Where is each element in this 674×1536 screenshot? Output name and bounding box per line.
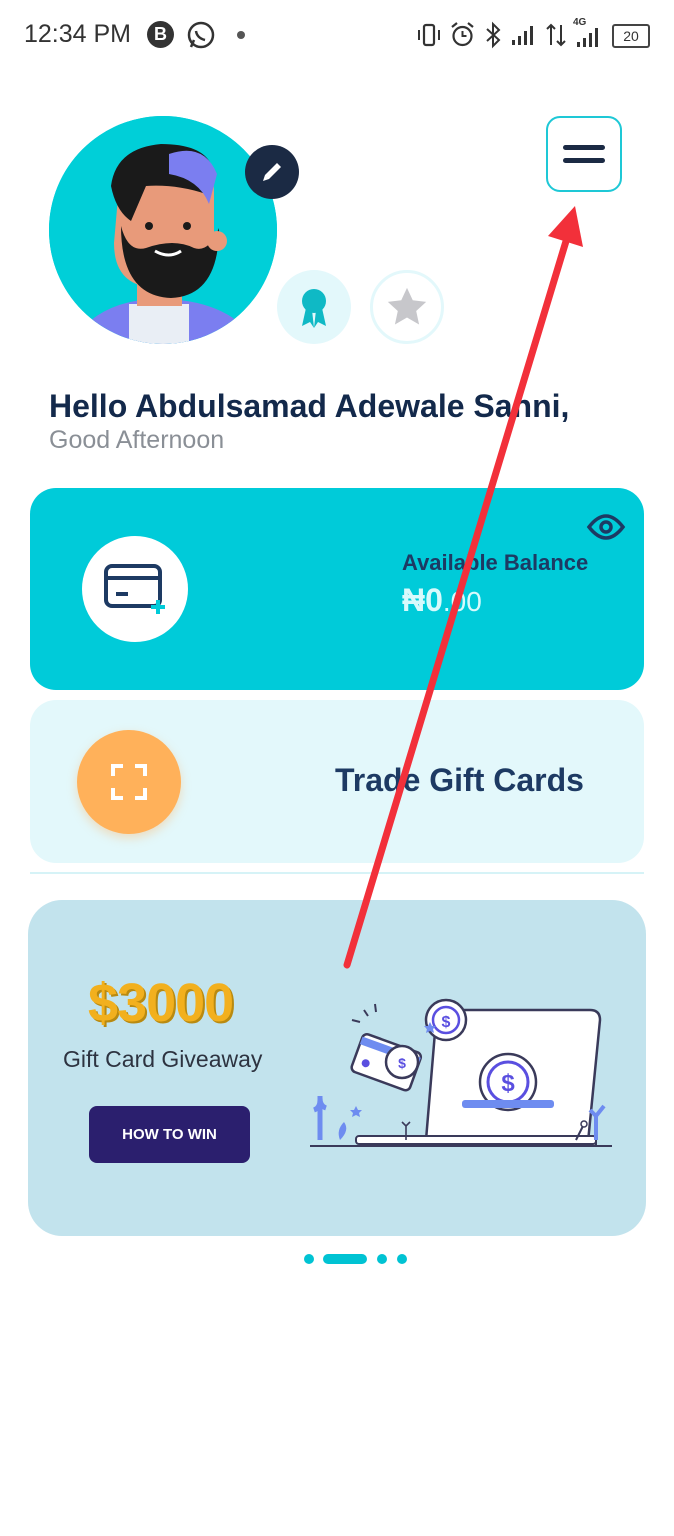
menu-icon	[563, 145, 605, 150]
svg-text:$: $	[398, 1055, 406, 1071]
carousel-dot[interactable]	[397, 1254, 407, 1264]
greeting-title: Hello Abdulsamad Adewale Sanni,	[49, 388, 570, 424]
balance-decimal: .00	[442, 586, 482, 617]
alarm-icon	[451, 22, 474, 47]
scan-button[interactable]	[77, 730, 181, 834]
svg-text:$: $	[442, 1014, 451, 1031]
balance-card[interactable]: Available Balance ₦0.00	[30, 488, 644, 690]
ribbon-badge[interactable]	[277, 270, 351, 344]
carousel-dot-active[interactable]	[323, 1254, 367, 1264]
carousel-dot[interactable]	[304, 1254, 314, 1264]
balance-whole: 0	[425, 582, 443, 618]
promo-amount: $3000	[88, 973, 234, 1033]
wallet-card-icon	[104, 564, 165, 614]
trade-gift-cards-label: Trade Gift Cards	[335, 762, 584, 798]
currency-symbol: ₦	[402, 582, 426, 618]
greeting-subtitle: Good Afternoon	[49, 426, 225, 454]
star-badge[interactable]	[370, 270, 444, 344]
star-badge-icon	[387, 287, 427, 325]
scan-icon	[111, 764, 147, 800]
whatsapp-icon	[187, 21, 215, 49]
data-transfer-icon	[546, 23, 566, 47]
avatar-illustration	[49, 116, 277, 344]
balance-amount: ₦0.00	[402, 582, 482, 619]
giveaway-illustration: $ $ $	[310, 998, 612, 1147]
battery-indicator: 20	[612, 24, 650, 48]
status-time: 12:34 PM	[24, 20, 132, 48]
section-divider	[30, 872, 644, 874]
eye-icon[interactable]	[586, 512, 626, 542]
carousel-dot[interactable]	[377, 1254, 387, 1264]
edit-icon	[263, 163, 281, 181]
bluetooth-icon	[486, 21, 501, 49]
svg-text:$: $	[501, 1070, 515, 1097]
edit-avatar-button[interactable]	[245, 145, 299, 199]
promo-banner[interactable]: $3000 Gift Card Giveaway HOW TO WIN $ $ …	[28, 900, 646, 1236]
balance-label: Available Balance	[402, 550, 589, 575]
promo-subtitle: Gift Card Giveaway	[63, 1046, 263, 1072]
signal-icon-2	[577, 28, 598, 47]
menu-icon-bar	[563, 158, 605, 163]
status-bar: 12:34 PM B 4G 20	[0, 0, 674, 70]
ribbon-badge-icon	[302, 289, 326, 328]
avatar[interactable]	[49, 116, 277, 344]
wallet-button[interactable]	[82, 536, 188, 642]
trade-gift-cards-card[interactable]: Trade Gift Cards	[30, 700, 644, 863]
how-to-win-button[interactable]: HOW TO WIN	[89, 1106, 250, 1163]
menu-button[interactable]	[546, 116, 622, 192]
signal-icon	[512, 26, 533, 45]
notification-dot	[237, 31, 245, 39]
b-app-icon: B	[147, 21, 174, 48]
vibrate-icon	[418, 23, 440, 47]
